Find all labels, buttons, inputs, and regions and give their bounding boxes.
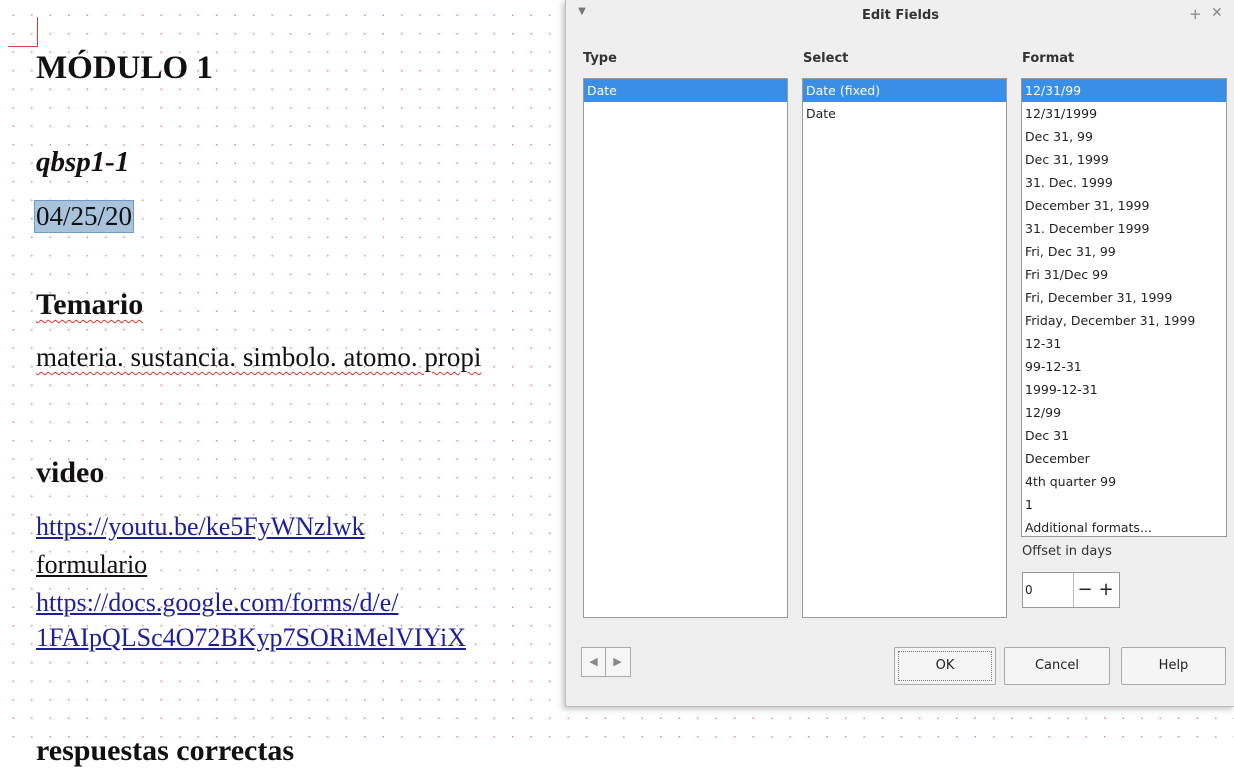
- cancel-button[interactable]: Cancel: [1004, 647, 1110, 685]
- edit-fields-dialog: ▼ Edit Fields + ✕ Type Select Format Dat…: [565, 0, 1234, 707]
- format-item[interactable]: 99-12-31: [1022, 355, 1226, 378]
- maximize-icon[interactable]: +: [1189, 5, 1202, 23]
- format-item[interactable]: 1999-12-31: [1022, 378, 1226, 401]
- next-arrow-icon[interactable]: ▶: [606, 648, 629, 676]
- format-item[interactable]: 12/31/1999: [1022, 102, 1226, 125]
- form-label: formulario: [36, 550, 148, 579]
- format-item[interactable]: 31. Dec. 1999: [1022, 171, 1226, 194]
- format-item[interactable]: Fri 31/Dec 99: [1022, 263, 1226, 286]
- format-item[interactable]: 12/31/99: [1022, 79, 1226, 102]
- select-header: Select: [803, 51, 849, 66]
- format-item[interactable]: 4th quarter 99: [1022, 470, 1226, 493]
- offset-label: Offset in days: [1022, 544, 1112, 559]
- text-boundary-corner: [8, 46, 38, 47]
- date-field-selected[interactable]: 04/25/20: [33, 200, 135, 233]
- focus-ring: [898, 651, 992, 681]
- decrement-button[interactable]: −: [1073, 573, 1096, 607]
- help-label: Help: [1158, 658, 1189, 673]
- respuestas-heading: respuestas correctas: [36, 734, 294, 767]
- temario-text: materia. sustancia. simbolo. atomo. prop…: [36, 342, 482, 372]
- format-item[interactable]: Fri, December 31, 1999: [1022, 286, 1226, 309]
- form-link-line-1[interactable]: https://docs.google.com/forms/d/e/: [36, 588, 399, 618]
- video-heading: video: [36, 456, 105, 489]
- format-item[interactable]: Dec 31, 99: [1022, 125, 1226, 148]
- format-listbox[interactable]: 12/31/99 12/31/1999 Dec 31, 99 Dec 31, 1…: [1021, 78, 1227, 537]
- format-item[interactable]: December 31, 1999: [1022, 194, 1226, 217]
- format-item[interactable]: 12/99: [1022, 401, 1226, 424]
- format-item[interactable]: Dec 31: [1022, 424, 1226, 447]
- module-code: qbsp1-1: [36, 146, 130, 178]
- help-button[interactable]: Help: [1121, 647, 1226, 685]
- select-listbox[interactable]: Date (fixed) Date: [802, 78, 1007, 618]
- format-item[interactable]: Dec 31, 1999: [1022, 148, 1226, 171]
- format-header: Format: [1022, 51, 1075, 66]
- module-heading: MÓDULO 1: [36, 50, 213, 86]
- select-item-date[interactable]: Date: [803, 102, 1006, 125]
- form-link-line-2[interactable]: 1FAIpQLSc4O72BKyp7SORiMelVIYiX: [36, 623, 466, 653]
- select-item-date-fixed[interactable]: Date (fixed): [803, 79, 1006, 102]
- field-navigation: ◀ ▶: [581, 647, 631, 677]
- previous-arrow-icon[interactable]: ◀: [582, 648, 606, 676]
- temario-heading: Temario: [36, 288, 144, 321]
- format-item[interactable]: Fri, Dec 31, 99: [1022, 240, 1226, 263]
- dialog-title: Edit Fields: [861, 8, 940, 23]
- format-item[interactable]: December: [1022, 447, 1226, 470]
- offset-input[interactable]: 0: [1025, 573, 1033, 607]
- format-item-additional[interactable]: Additional formats...: [1022, 516, 1226, 536]
- type-header: Type: [583, 51, 617, 66]
- text-boundary-corner-vertical: [37, 17, 38, 47]
- cancel-label: Cancel: [1034, 658, 1080, 673]
- dialog-titlebar[interactable]: ▼ Edit Fields + ✕: [566, 0, 1234, 34]
- offset-spinbox[interactable]: 0 − +: [1022, 572, 1120, 608]
- close-icon[interactable]: ✕: [1211, 5, 1223, 21]
- format-item[interactable]: 12-31: [1022, 332, 1226, 355]
- ok-button[interactable]: OK: [894, 647, 996, 685]
- format-item[interactable]: 31. December 1999: [1022, 217, 1226, 240]
- video-link[interactable]: https://youtu.be/ke5FyWNzlwk: [36, 512, 365, 542]
- increment-button[interactable]: +: [1095, 573, 1117, 607]
- type-item-date[interactable]: Date: [584, 79, 787, 102]
- format-item[interactable]: Friday, December 31, 1999: [1022, 309, 1226, 332]
- format-item[interactable]: 1: [1022, 493, 1226, 516]
- type-listbox[interactable]: Date: [583, 78, 788, 618]
